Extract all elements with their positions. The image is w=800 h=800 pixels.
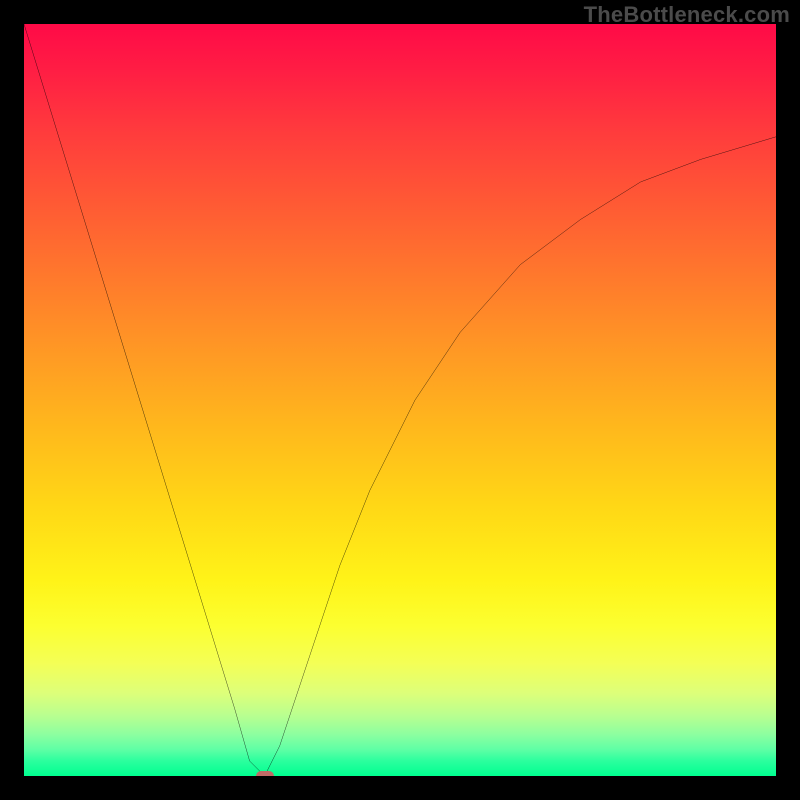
chart-frame: TheBottleneck.com bbox=[0, 0, 800, 800]
plot-area bbox=[24, 24, 776, 776]
watermark-text: TheBottleneck.com bbox=[584, 2, 790, 28]
background-gradient bbox=[24, 24, 776, 776]
